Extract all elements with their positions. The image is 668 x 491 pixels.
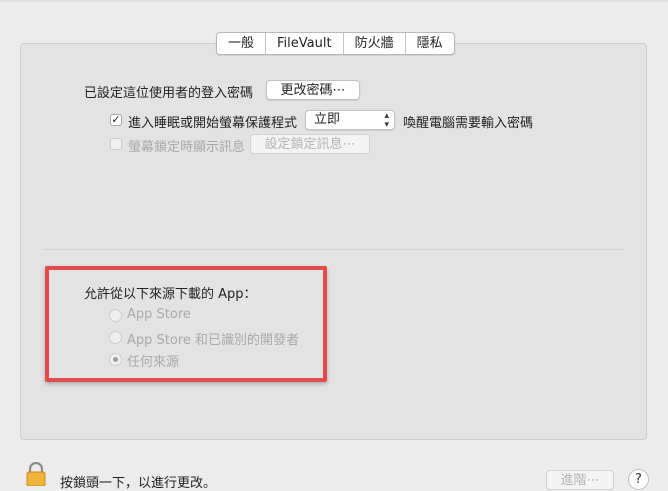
lock-icon[interactable] <box>24 462 48 486</box>
window-top-edge <box>0 0 668 2</box>
radio-selected-dot <box>113 357 118 362</box>
require-password-checkbox[interactable]: ✓ <box>110 114 122 126</box>
tab-privacy[interactable]: 隱私 <box>406 33 454 54</box>
require-password-label: 進入睡眠或開始螢幕保護程式 <box>128 116 298 131</box>
radio-app-store-identified-label: App Store 和已識別的開發者 <box>127 333 300 348</box>
radio-anywhere[interactable] <box>109 353 122 366</box>
set-lock-message-button[interactable]: 設定鎖定訊息⋯ <box>250 134 370 154</box>
tab-general[interactable]: 一般 <box>217 33 267 54</box>
tab-bar: 一般 FileVault 防火牆 隱私 <box>216 32 455 55</box>
section-divider <box>42 249 625 250</box>
checkmark-icon: ✓ <box>111 113 121 126</box>
radio-app-store-identified[interactable] <box>109 331 122 344</box>
allow-apps-heading: 允許從以下來源下載的 App： <box>84 287 257 302</box>
show-message-checkbox[interactable] <box>110 138 122 150</box>
tab-filevault[interactable]: FileVault <box>266 33 344 54</box>
radio-app-store[interactable] <box>109 309 122 322</box>
password-delay-select[interactable]: 立即 ▴ ▾ <box>305 110 395 130</box>
show-message-label: 螢幕鎖定時顯示訊息 <box>128 140 246 155</box>
login-password-label: 已設定這位使用者的登入密碼 <box>84 86 254 101</box>
password-delay-value: 立即 <box>314 112 341 127</box>
radio-app-store-label: App Store <box>127 307 191 322</box>
lock-instruction-text: 按鎖頭一下，以進行更改。 <box>60 476 217 491</box>
radio-anywhere-label: 任何來源 <box>127 355 180 370</box>
advanced-button[interactable]: 進階⋯ <box>546 470 614 490</box>
require-password-suffix: 喚醒電腦需要輸入密碼 <box>403 116 534 131</box>
updown-chevron-icon: ▴ ▾ <box>384 111 389 130</box>
tab-firewall[interactable]: 防火牆 <box>344 33 406 54</box>
change-password-button[interactable]: 更改密碼⋯ <box>266 80 360 100</box>
